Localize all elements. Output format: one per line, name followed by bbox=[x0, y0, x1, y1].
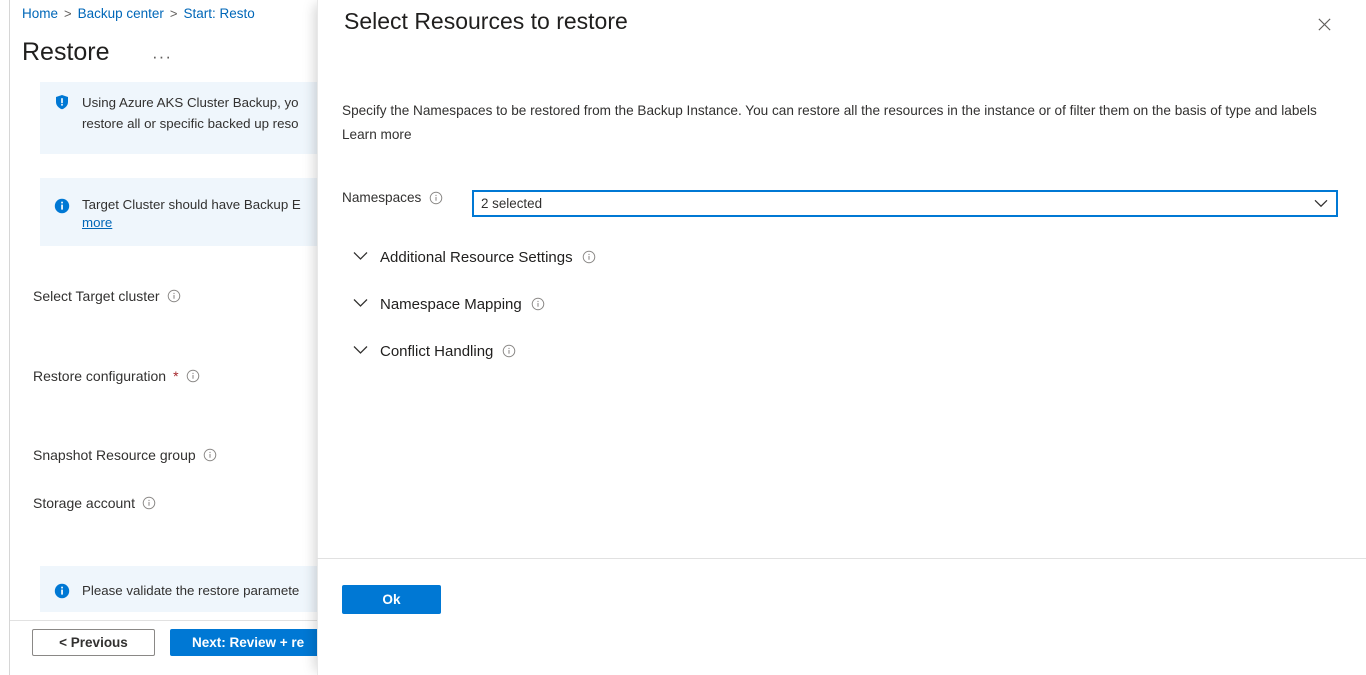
field-label-restore-configuration: Restore configuration * bbox=[33, 368, 200, 384]
breadcrumb-item-backup-center[interactable]: Backup center bbox=[78, 6, 164, 21]
section-additional-resource-settings[interactable]: Additional Resource Settings bbox=[353, 248, 596, 266]
field-label-select-target-cluster: Select Target cluster bbox=[33, 288, 181, 304]
section-label-text: Namespace Mapping bbox=[380, 296, 522, 313]
info-icon bbox=[54, 583, 70, 599]
page-title: Restore bbox=[22, 38, 110, 67]
info-banner-line1: Please validate the restore paramete bbox=[82, 580, 340, 601]
previous-button[interactable]: < Previous bbox=[32, 629, 155, 656]
context-pane-description: Specify the Namespaces to be restored fr… bbox=[342, 99, 1327, 147]
next-review-create-button[interactable]: Next: Review + re bbox=[170, 629, 340, 656]
more-actions-icon[interactable]: ··· bbox=[152, 47, 172, 67]
blade-left-edge bbox=[9, 0, 10, 675]
context-pane-footer-divider bbox=[317, 558, 1366, 559]
ok-button[interactable]: Ok bbox=[342, 585, 441, 614]
info-icon[interactable] bbox=[531, 297, 545, 311]
field-label-storage-account: Storage account bbox=[33, 495, 156, 511]
namespaces-dropdown[interactable]: 2 selected bbox=[472, 190, 1338, 217]
field-label-text: Storage account bbox=[33, 495, 135, 511]
app-root: Home > Backup center > Start: Resto Restore … bbox=[0, 0, 1366, 675]
restore-blade: Home > Backup center > Start: Resto Restore … bbox=[0, 0, 340, 675]
chevron-down-icon[interactable] bbox=[1314, 195, 1328, 213]
info-banner-validate-parameters: Please validate the restore paramete bbox=[40, 566, 340, 612]
info-icon[interactable] bbox=[502, 344, 516, 358]
section-label: Conflict Handling bbox=[380, 343, 516, 360]
breadcrumb-item-start-restore[interactable]: Start: Resto bbox=[184, 6, 255, 21]
breadcrumb: Home > Backup center > Start: Resto bbox=[22, 6, 255, 21]
chevron-down-icon[interactable] bbox=[353, 295, 368, 313]
info-icon[interactable] bbox=[186, 369, 200, 383]
field-label-text: Snapshot Resource group bbox=[33, 447, 196, 463]
info-icon[interactable] bbox=[142, 496, 156, 510]
section-label-text: Additional Resource Settings bbox=[380, 249, 573, 266]
breadcrumb-separator: > bbox=[64, 6, 72, 21]
namespaces-selected-value: 2 selected bbox=[481, 196, 542, 211]
section-conflict-handling[interactable]: Conflict Handling bbox=[353, 342, 516, 360]
context-pane-title: Select Resources to restore bbox=[344, 8, 628, 35]
info-banner-target-cluster: Target Cluster should have Backup E more bbox=[40, 178, 340, 246]
info-icon[interactable] bbox=[203, 448, 217, 462]
field-label-text: Restore configuration bbox=[33, 368, 166, 384]
info-banner-aks-backup: Using Azure AKS Cluster Backup, yo resto… bbox=[40, 82, 340, 154]
namespaces-field-row: Namespaces bbox=[342, 190, 443, 205]
field-label-snapshot-resource-group: Snapshot Resource group bbox=[33, 447, 217, 463]
section-label-text: Conflict Handling bbox=[380, 343, 493, 360]
section-label: Additional Resource Settings bbox=[380, 249, 596, 266]
close-icon[interactable] bbox=[1310, 10, 1338, 38]
required-indicator: * bbox=[173, 369, 178, 383]
field-label-text: Select Target cluster bbox=[33, 288, 160, 304]
info-banner-line2: restore all or specific backed up reso bbox=[82, 113, 340, 134]
chevron-down-icon[interactable] bbox=[353, 248, 368, 266]
info-icon[interactable] bbox=[167, 289, 181, 303]
info-icon[interactable] bbox=[582, 250, 596, 264]
shield-info-icon bbox=[54, 94, 70, 110]
chevron-down-icon[interactable] bbox=[353, 342, 368, 360]
section-namespace-mapping[interactable]: Namespace Mapping bbox=[353, 295, 545, 313]
info-banner-more-link[interactable]: more bbox=[82, 215, 340, 230]
info-icon bbox=[54, 198, 70, 214]
namespaces-label-text: Namespaces bbox=[342, 190, 421, 205]
context-pane-left-edge bbox=[317, 0, 318, 675]
section-label: Namespace Mapping bbox=[380, 296, 545, 313]
wizard-footer: < Previous Next: Review + re bbox=[10, 620, 340, 675]
info-banner-line1: Using Azure AKS Cluster Backup, yo bbox=[82, 92, 340, 113]
info-banner-line1: Target Cluster should have Backup E bbox=[82, 194, 340, 215]
breadcrumb-item-home[interactable]: Home bbox=[22, 6, 58, 21]
breadcrumb-separator: > bbox=[170, 6, 178, 21]
namespaces-label: Namespaces bbox=[342, 190, 443, 205]
info-icon[interactable] bbox=[429, 191, 443, 205]
